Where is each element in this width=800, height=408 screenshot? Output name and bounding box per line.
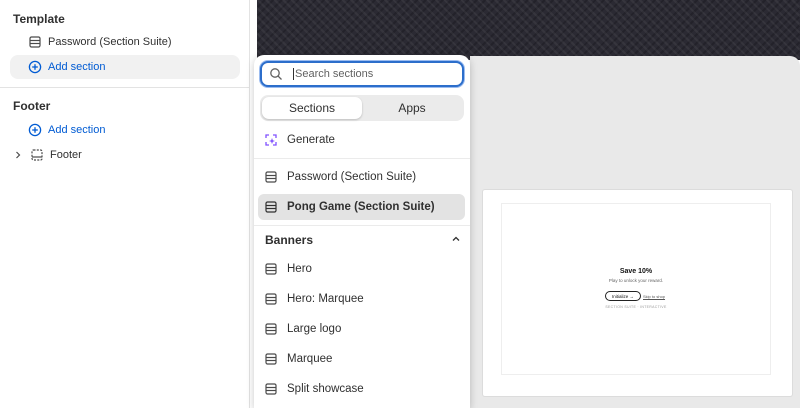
tab-sections[interactable]: Sections: [262, 97, 362, 119]
section-icon: [28, 35, 42, 49]
picker-item-marquee[interactable]: Marquee: [258, 346, 465, 372]
picker-item-label: Hero: Marquee: [287, 293, 364, 305]
section-icon: [264, 382, 278, 396]
picker-divider: [254, 225, 470, 226]
preview-title: Save 10%: [619, 268, 653, 275]
picker-item-large-logo[interactable]: Large logo: [258, 316, 465, 342]
sidebar: Template Password (Section Suite) Add se…: [0, 0, 250, 408]
sidebar-item-footer[interactable]: Footer: [10, 143, 240, 167]
picker-item-split-showcase[interactable]: Split showcase: [258, 376, 465, 402]
picker-item-hero-marquee[interactable]: Hero: Marquee: [258, 286, 465, 312]
picker-item-hero[interactable]: Hero: [258, 256, 465, 282]
banners-title: Banners: [265, 233, 314, 247]
picker-item-label: Marquee: [287, 353, 333, 365]
section-icon: [264, 352, 278, 366]
generate-button[interactable]: Generate: [258, 127, 465, 153]
preview-footer-text: SECTION SUITE · INTERACTIVE: [605, 305, 667, 309]
picker-item-label: Large logo: [287, 323, 342, 335]
banners-group-header[interactable]: Banners: [265, 233, 461, 247]
section-icon: [264, 322, 278, 336]
picker-item-password-section[interactable]: Password (Section Suite): [258, 164, 465, 190]
template-section-title: Template: [13, 12, 65, 26]
section-icon: [264, 200, 278, 214]
picker-item-pong-game-section[interactable]: Pong Game (Section Suite): [258, 194, 465, 220]
picker-tabs: Sections Apps: [260, 95, 464, 121]
picker-item-label: Password (Section Suite): [287, 171, 417, 183]
chevron-right-icon[interactable]: [12, 149, 24, 161]
plus-circle-icon: [28, 60, 42, 74]
picker-item-label: Hero: [287, 263, 312, 275]
chevron-up-icon[interactable]: [451, 233, 461, 247]
sidebar-item-label: Password (Section Suite): [48, 36, 172, 48]
search-field[interactable]: [260, 61, 464, 87]
footer-section-icon: [30, 148, 44, 162]
footer-add-section-button[interactable]: Add section: [10, 118, 240, 142]
tab-apps[interactable]: Apps: [362, 97, 462, 119]
picker-item-label: Pong Game (Section Suite): [287, 201, 435, 213]
preview-subtitle: Play to unlock your reward.: [608, 278, 664, 283]
search-input[interactable]: [293, 68, 453, 80]
template-add-section-button[interactable]: Add section: [10, 55, 240, 79]
preview-initialize-button: Initialize →: [605, 291, 641, 301]
sidebar-item-label: Footer: [50, 149, 82, 161]
picker-item-label: Split showcase: [287, 383, 364, 395]
search-icon: [269, 67, 283, 81]
sidebar-item-password-section[interactable]: Password (Section Suite): [10, 30, 240, 54]
canvas-background: [257, 0, 800, 60]
plus-circle-icon: [28, 123, 42, 137]
generate-sparkle-icon: [264, 133, 278, 147]
picker-divider: [254, 158, 470, 159]
add-section-label: Add section: [48, 61, 106, 73]
section-icon: [264, 262, 278, 276]
section-picker: Sections Apps Generate Password (Section…: [254, 55, 470, 408]
generate-label: Generate: [287, 134, 335, 146]
add-section-label: Add section: [48, 124, 106, 136]
section-preview-frame: [501, 203, 771, 375]
footer-section-title: Footer: [13, 99, 51, 113]
sidebar-divider: [0, 87, 250, 88]
section-icon: [264, 292, 278, 306]
section-icon: [264, 170, 278, 184]
preview-skip-link: Skip to shop: [643, 294, 666, 299]
